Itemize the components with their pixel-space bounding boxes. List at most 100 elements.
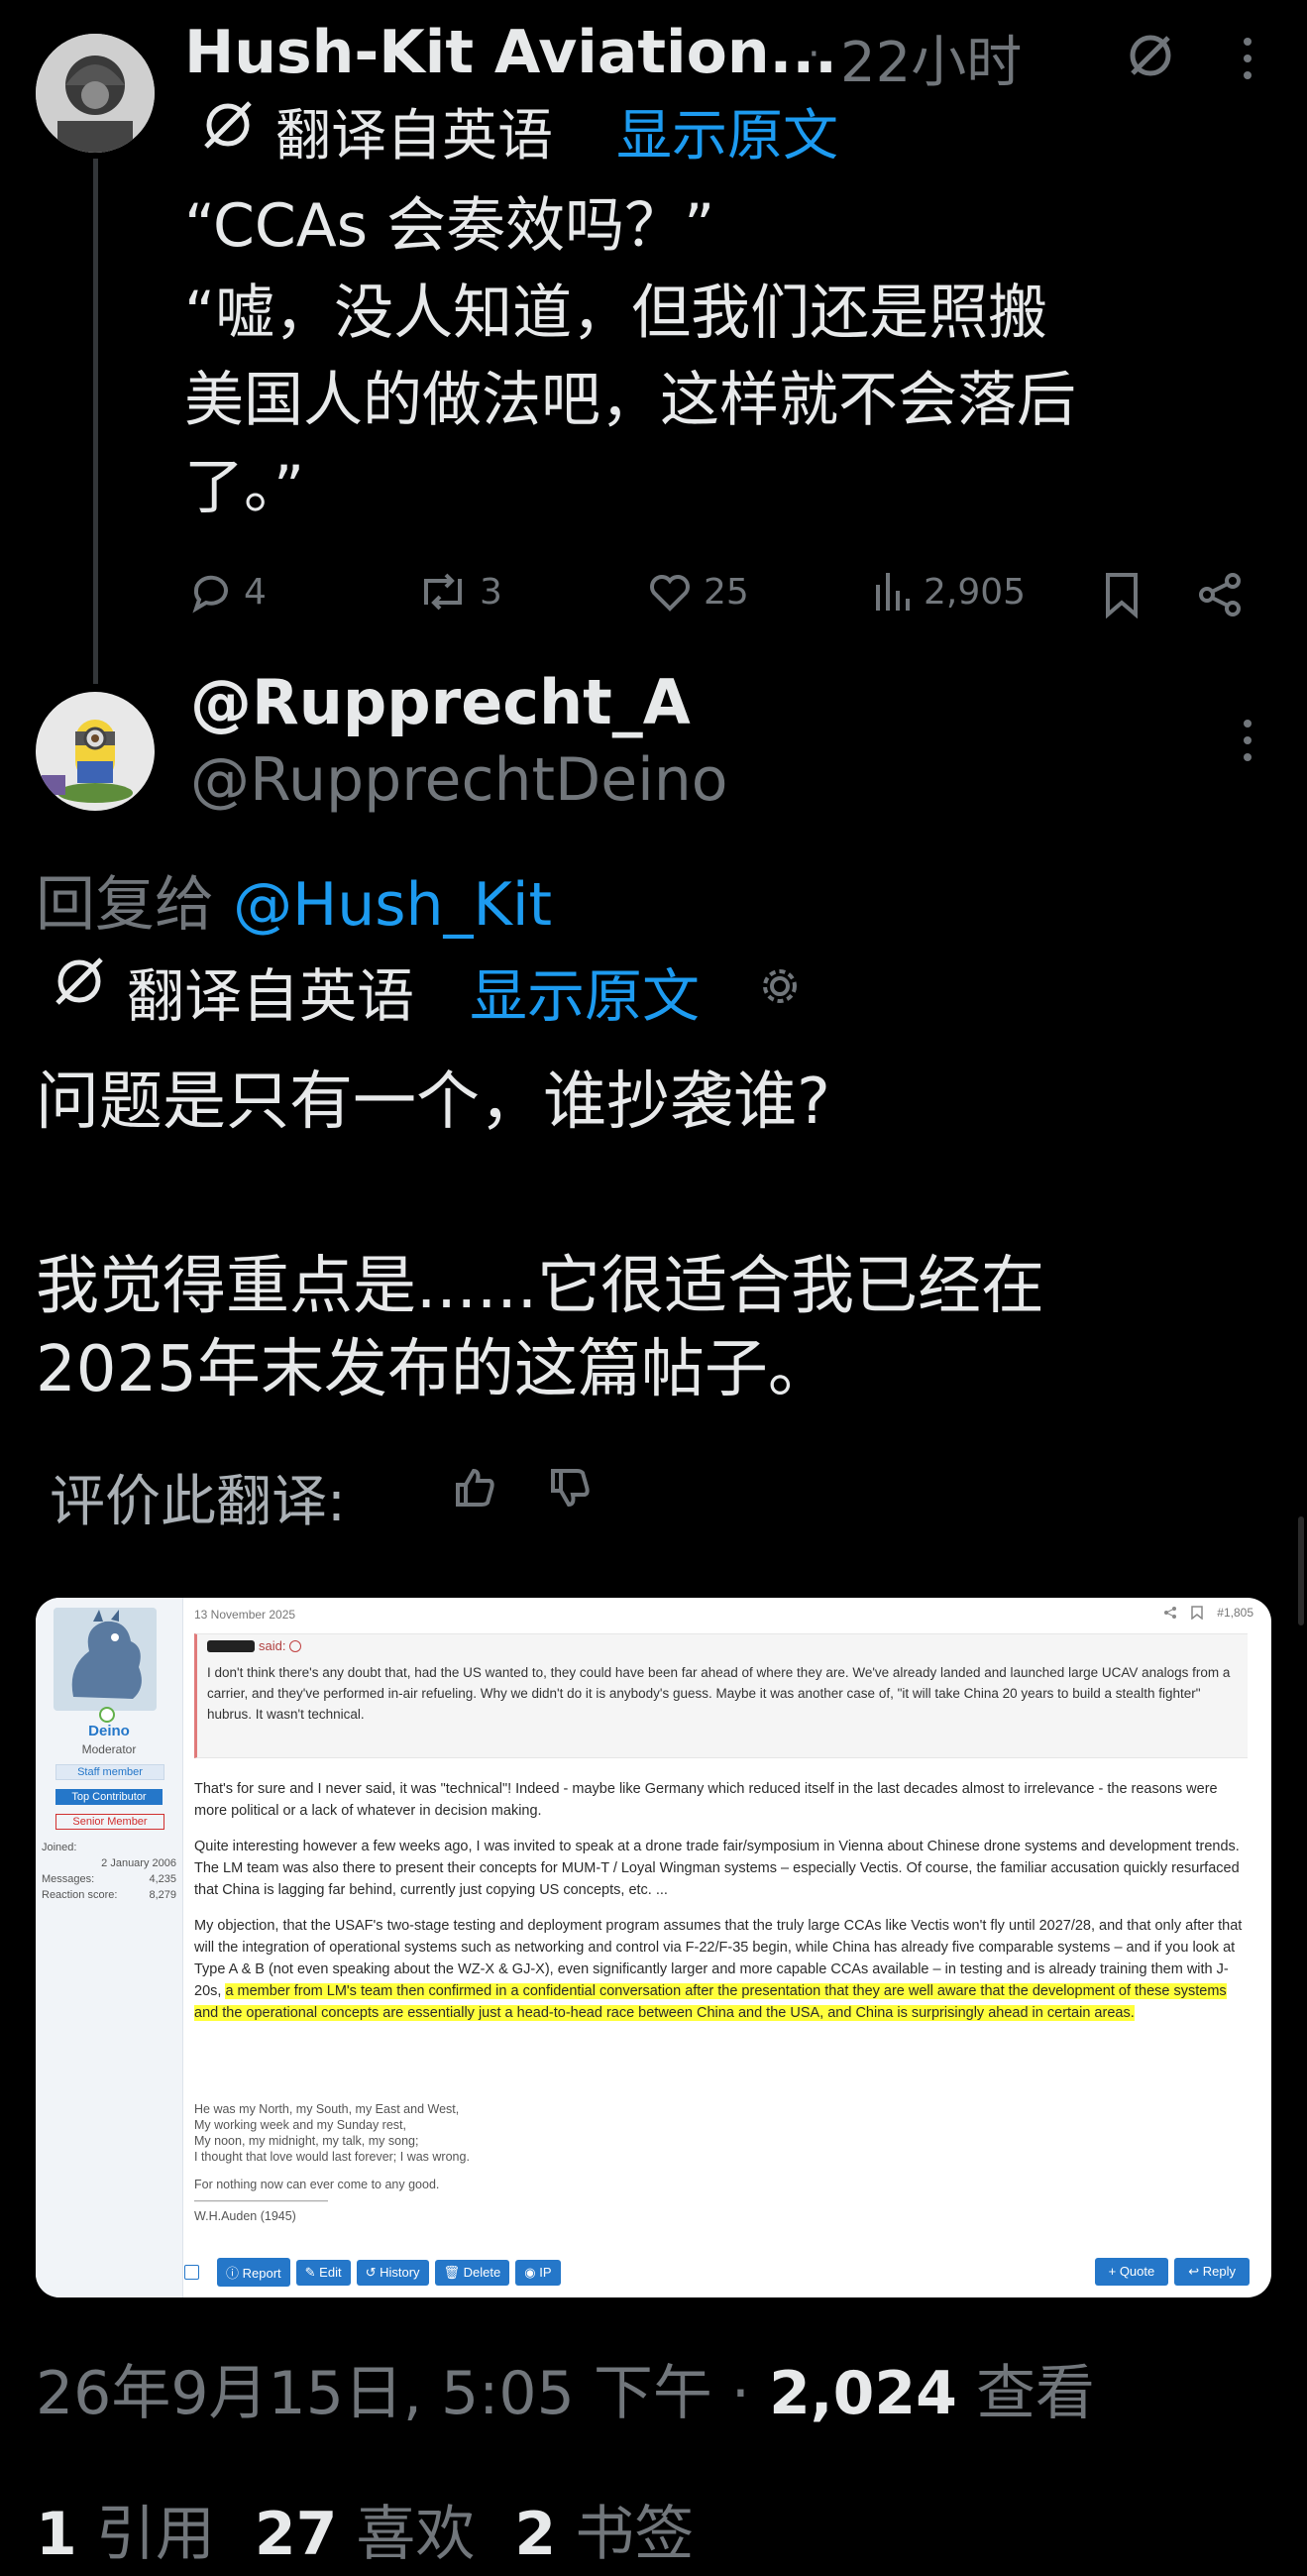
share-icon[interactable] bbox=[1163, 1606, 1177, 1620]
translate-off-icon[interactable] bbox=[1125, 30, 1176, 81]
forum-post-number[interactable]: #1,805 bbox=[1217, 1606, 1253, 1620]
share-icon[interactable] bbox=[1197, 571, 1245, 618]
bookmarks-label: 书签 bbox=[575, 2500, 695, 2569]
messages-value: 4,235 bbox=[149, 1873, 176, 1885]
forum-post-content: That's for sure and I never said, it was… bbox=[194, 1778, 1253, 2038]
engagement-stats: 1 引用 27 喜欢 2 书签 bbox=[36, 2486, 694, 2572]
bookmarks-count: 2 bbox=[514, 2500, 557, 2569]
translate-icon bbox=[50, 953, 109, 1009]
forum-signature: He was my North, my South, my East and W… bbox=[194, 2101, 470, 2224]
reply-button[interactable]: 4 bbox=[188, 569, 267, 615]
likes-count: 27 bbox=[254, 2500, 338, 2569]
quote-jump-icon[interactable] bbox=[289, 1639, 302, 1652]
forum-online-indicator bbox=[99, 1707, 115, 1723]
likes-label: 喜欢 bbox=[356, 2500, 476, 2569]
retweet-icon bbox=[424, 573, 462, 611]
translate-icon bbox=[198, 97, 258, 153]
reply-count: 4 bbox=[244, 571, 267, 613]
select-checkbox[interactable] bbox=[184, 2265, 199, 2280]
thread-connector-line bbox=[93, 159, 98, 684]
meta-dot: · bbox=[730, 2359, 750, 2428]
avatar-hush-kit[interactable] bbox=[36, 34, 155, 153]
forum-paragraph: Quite interesting however a few weeks ag… bbox=[194, 1839, 1240, 1898]
like-button[interactable]: 25 bbox=[646, 569, 749, 615]
messages-label: Messages: bbox=[42, 1873, 95, 1885]
thumbs-up-icon[interactable] bbox=[452, 1465, 497, 1511]
post-meta-line: 26年9月15日, 5:05 下午 · 2,024 查看 bbox=[36, 2345, 1095, 2431]
post-time[interactable]: 22小时 bbox=[840, 18, 1022, 98]
forum-post-tools: #1,805 bbox=[1163, 1606, 1253, 1620]
quotes-count: 1 bbox=[36, 2500, 77, 2569]
ip-label: IP bbox=[539, 2264, 552, 2280]
delete-button[interactable]: 🗑 Delete bbox=[434, 2259, 510, 2286]
more-options-icon[interactable] bbox=[1241, 718, 1254, 763]
tweet-line: “嘘，没人知道，但我们还是照搬 bbox=[184, 279, 1048, 348]
view-count: 2,024 bbox=[769, 2359, 957, 2428]
signature-line: For nothing now can ever come to any goo… bbox=[194, 2178, 440, 2191]
joined-value: 2 January 2006 bbox=[101, 1857, 176, 1869]
views-button[interactable]: 2,905 bbox=[872, 569, 1026, 615]
tweet-line: “CCAs 会奏效吗？” bbox=[184, 191, 715, 261]
quotes-stat[interactable]: 1 引用 bbox=[36, 2486, 215, 2572]
tweet-text: “CCAs 会奏效吗？” “嘘，没人知道，但我们还是照搬 美国人的做法吧，这样就… bbox=[184, 182, 1076, 531]
author-name[interactable]: Hush-Kit Aviation... bbox=[184, 18, 837, 87]
reply-line: 2025年末发布的这篇帖子。 bbox=[36, 1333, 831, 1406]
signature-line: W.H.Auden (1945) bbox=[194, 2209, 296, 2223]
attached-image-forum-post[interactable]: Deino Moderator Staff member Top Contrib… bbox=[36, 1598, 1271, 2297]
reply-author-handle[interactable]: @RupprechtDeino bbox=[190, 745, 728, 815]
forum-post-body: 13 November 2025 #1,805 said: I don't th… bbox=[184, 1598, 1271, 2297]
analytics-icon bbox=[876, 573, 910, 611]
post-timestamp[interactable]: 26年9月15日, 5:05 下午 bbox=[36, 2359, 712, 2428]
reply-author-name[interactable]: @Rupprecht_A bbox=[190, 666, 691, 738]
rate-translation-label: 评价此翻译: bbox=[50, 1470, 346, 1534]
translated-from-label: 翻译自英语 bbox=[127, 962, 415, 1030]
view-count-label: 查看 bbox=[975, 2359, 1095, 2428]
history-button[interactable]: ↺ History bbox=[356, 2259, 429, 2286]
quote-text: I don't think there's any doubt that, ha… bbox=[207, 1665, 1231, 1722]
separator-dot: · bbox=[808, 32, 820, 77]
reply-button[interactable]: ↩ Reply bbox=[1174, 2258, 1250, 2286]
report-button[interactable]: ⓘ Report bbox=[217, 2258, 290, 2287]
reply-line: 我觉得重点是......它很适合我已经在 bbox=[36, 1250, 1045, 1323]
forum-paragraph: That's for sure and I never said, it was… bbox=[194, 1781, 1218, 1819]
translated-from-label: 翻译自英语 bbox=[275, 104, 553, 168]
edit-label: Edit bbox=[319, 2264, 342, 2280]
reply-to-handle[interactable]: @Hush_Kit bbox=[233, 870, 552, 940]
thumbs-down-icon[interactable] bbox=[547, 1465, 593, 1511]
delete-label: Delete bbox=[463, 2264, 501, 2280]
more-options-icon[interactable] bbox=[1241, 36, 1254, 81]
reaction-value: 8,279 bbox=[149, 1889, 176, 1901]
reaction-label: Reaction score: bbox=[42, 1889, 118, 1901]
likes-stat[interactable]: 27 喜欢 bbox=[255, 2486, 476, 2572]
forum-reply-actions: + Quote ↩ Reply bbox=[1094, 2258, 1255, 2286]
show-original-link[interactable]: 显示原文 bbox=[470, 950, 700, 1033]
quote-said-label: said: bbox=[259, 1638, 286, 1653]
forum-avatar[interactable] bbox=[54, 1608, 157, 1711]
forum-paragraph: My objection, that the USAF's two-stage … bbox=[194, 1915, 1253, 2024]
reply-paragraph-2: 我觉得重点是......它很适合我已经在 2025年末发布的这篇帖子。 bbox=[36, 1245, 1044, 1411]
quotes-label: 引用 bbox=[95, 2500, 215, 2569]
quote-button[interactable]: + Quote bbox=[1094, 2258, 1169, 2286]
bookmark-icon[interactable] bbox=[1191, 1606, 1204, 1620]
reply-to-label: 回复给 bbox=[36, 870, 214, 940]
scrollbar[interactable] bbox=[1298, 1516, 1304, 1625]
show-original-link[interactable]: 显示原文 bbox=[616, 91, 838, 171]
forum-username[interactable]: Deino bbox=[36, 1723, 182, 1739]
ip-button[interactable]: ◉ IP bbox=[515, 2259, 561, 2286]
report-label: Report bbox=[242, 2266, 281, 2281]
forum-user-panel: Deino Moderator Staff member Top Contrib… bbox=[36, 1598, 183, 2297]
signature-rule: ——————————————— bbox=[194, 2195, 328, 2205]
retweet-button[interactable]: 3 bbox=[416, 569, 502, 615]
gear-icon[interactable] bbox=[759, 965, 801, 1007]
bookmarks-stat[interactable]: 2 书签 bbox=[514, 2486, 694, 2572]
badge-top-contributor: Top Contributor bbox=[55, 1789, 163, 1805]
reply-label: Reply bbox=[1202, 2264, 1236, 2279]
quote-attribution: said: bbox=[207, 1638, 302, 1653]
views-count: 2,905 bbox=[924, 571, 1027, 613]
forum-quote-block: said: I don't think there's any doubt th… bbox=[194, 1633, 1248, 1758]
avatar-rupprecht[interactable] bbox=[36, 692, 155, 811]
signature-line: My working week and my Sunday rest, bbox=[194, 2118, 406, 2132]
edit-button[interactable]: ✎ Edit bbox=[295, 2259, 351, 2286]
bookmark-icon[interactable] bbox=[1102, 571, 1142, 618]
forum-user-role: Moderator bbox=[81, 1742, 137, 1756]
